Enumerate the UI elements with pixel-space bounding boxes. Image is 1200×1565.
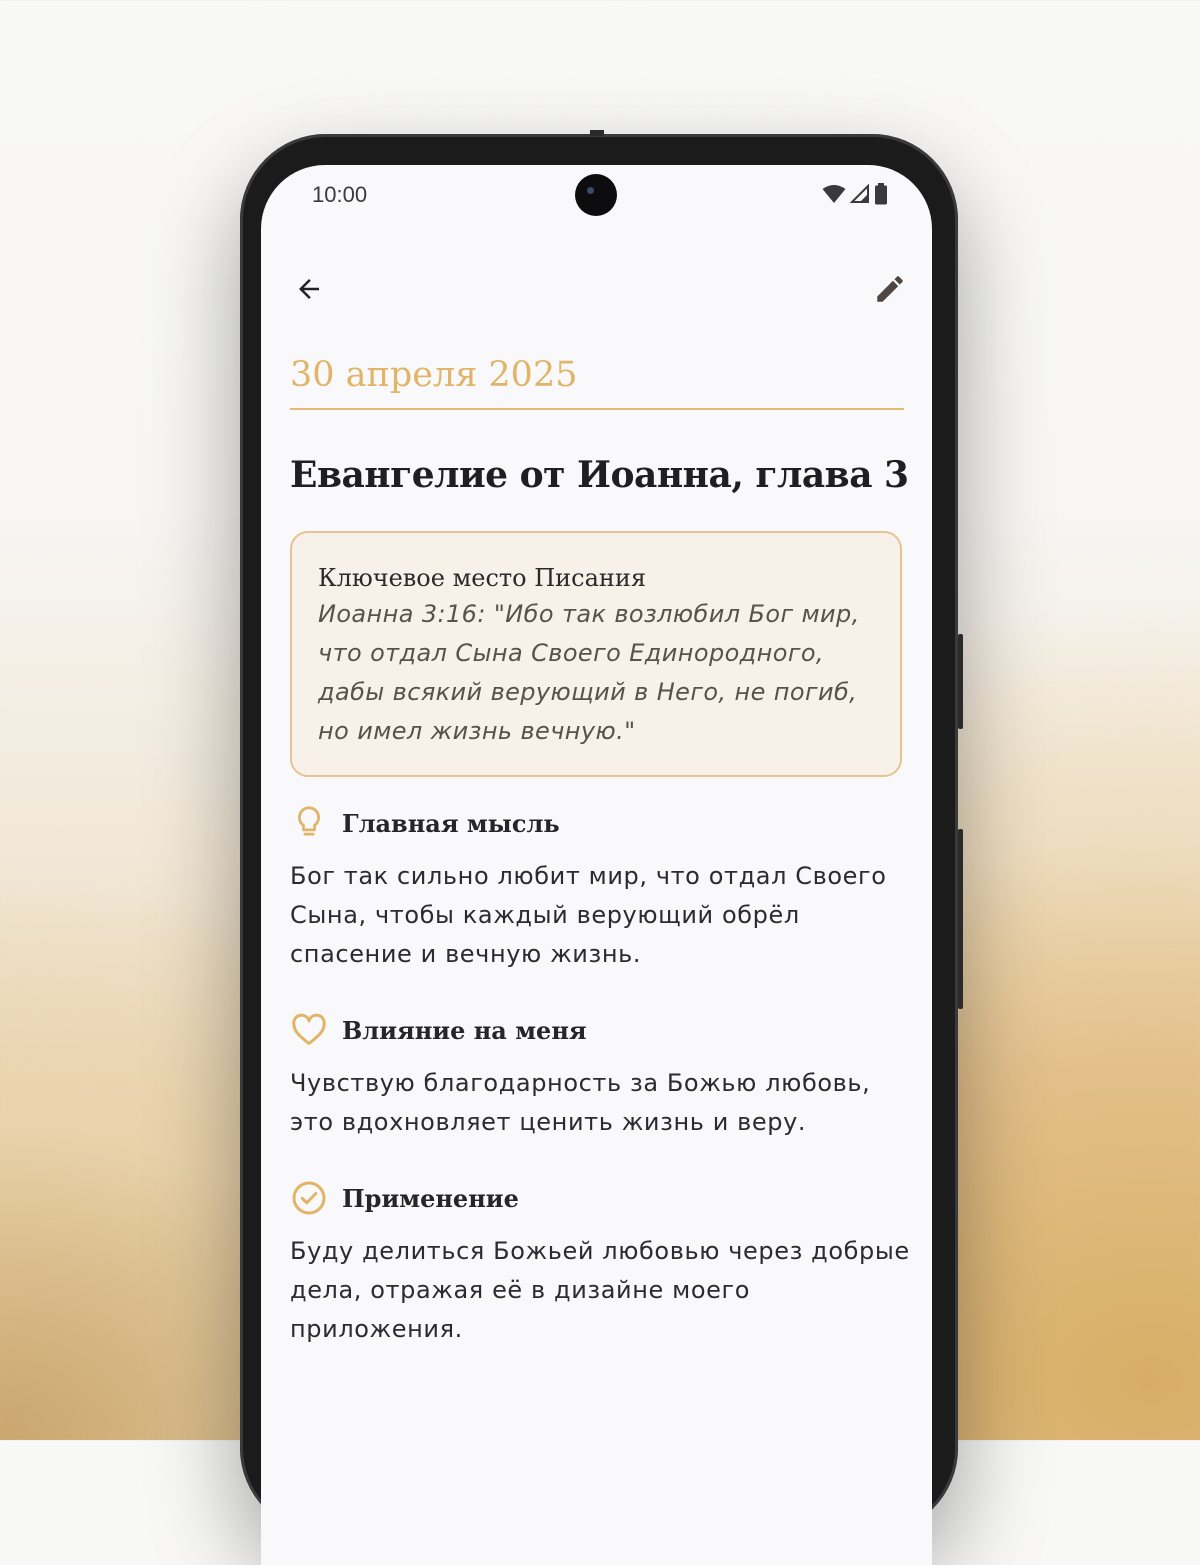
heart-icon xyxy=(290,1011,328,1049)
section-header: Главная мысль xyxy=(290,801,910,845)
phone-top-notch xyxy=(590,130,604,136)
cellular-icon xyxy=(850,184,869,203)
key-passage-card: Ключевое место Писания Иоанна 3:16: "Ибо… xyxy=(290,531,902,777)
check-circle-icon xyxy=(290,1179,328,1217)
section-header: Влияние на меня xyxy=(290,1008,910,1052)
section-title: Главная мысль xyxy=(342,808,560,838)
edit-button[interactable] xyxy=(866,265,914,313)
status-time: 10:00 xyxy=(312,182,368,207)
screen: 10:00 30 апреля 2025 Евангелие от Иоанна… xyxy=(261,165,932,1565)
arrow-back-icon xyxy=(299,279,319,299)
section-impact: Влияние на меня Чувствую благодарность з… xyxy=(290,1008,910,1142)
phone-frame: 10:00 30 апреля 2025 Евангелие от Иоанна… xyxy=(240,130,963,1565)
section-main-thought: Главная мысль Бог так сильно любит мир, … xyxy=(290,801,910,974)
section-header: Применение xyxy=(290,1176,910,1220)
pencil-icon xyxy=(877,276,903,302)
battery-icon xyxy=(875,183,887,205)
section-body: Буду делиться Божьей любовью через добры… xyxy=(290,1237,910,1343)
key-passage-label: Ключевое место Писания xyxy=(318,564,647,592)
top-app-bar xyxy=(261,265,932,335)
section-application: Применение Буду делиться Божьей любовью … xyxy=(290,1176,910,1349)
entry-title: Евангелие от Иоанна, глава 3 xyxy=(290,454,909,496)
status-bar: 10:00 xyxy=(261,165,932,225)
key-passage-text: Иоанна 3:16: "Ибо так возлюбил Бог мир, … xyxy=(318,600,860,745)
section-title: Применение xyxy=(342,1183,519,1213)
back-button[interactable] xyxy=(285,265,333,313)
volume-button xyxy=(958,829,963,1009)
section-body: Бог так сильно любит мир, что отдал Свое… xyxy=(290,862,887,968)
power-button xyxy=(958,634,963,729)
lightbulb-icon xyxy=(290,804,328,842)
wifi-icon xyxy=(822,185,846,203)
front-camera xyxy=(575,174,617,216)
system-icons xyxy=(822,183,888,205)
section-body: Чувствую благодарность за Божью любовь, … xyxy=(290,1069,871,1136)
section-title: Влияние на меня xyxy=(342,1015,587,1045)
entry-date[interactable]: 30 апреля 2025 xyxy=(290,351,904,410)
